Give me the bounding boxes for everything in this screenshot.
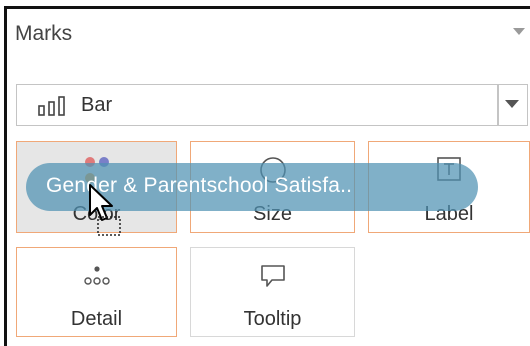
detail-card[interactable]: Detail (16, 247, 177, 337)
panel-menu-arrow-icon[interactable] (513, 28, 525, 35)
mark-type-label: Bar (81, 94, 113, 116)
speech-bubble-icon (258, 262, 288, 295)
tooltip-card-label: Tooltip (243, 308, 302, 330)
tooltip-card[interactable]: Tooltip (190, 247, 355, 337)
detail-dots-icon (82, 263, 112, 294)
dropdown-divider (497, 85, 499, 125)
mark-type-dropdown[interactable]: Bar (16, 84, 528, 126)
detail-card-label: Detail (70, 308, 123, 330)
marks-title: Marks (15, 22, 73, 45)
chevron-down-icon[interactable] (505, 100, 519, 108)
drag-cursor-icon (88, 183, 128, 248)
bar-chart-icon (37, 96, 67, 121)
